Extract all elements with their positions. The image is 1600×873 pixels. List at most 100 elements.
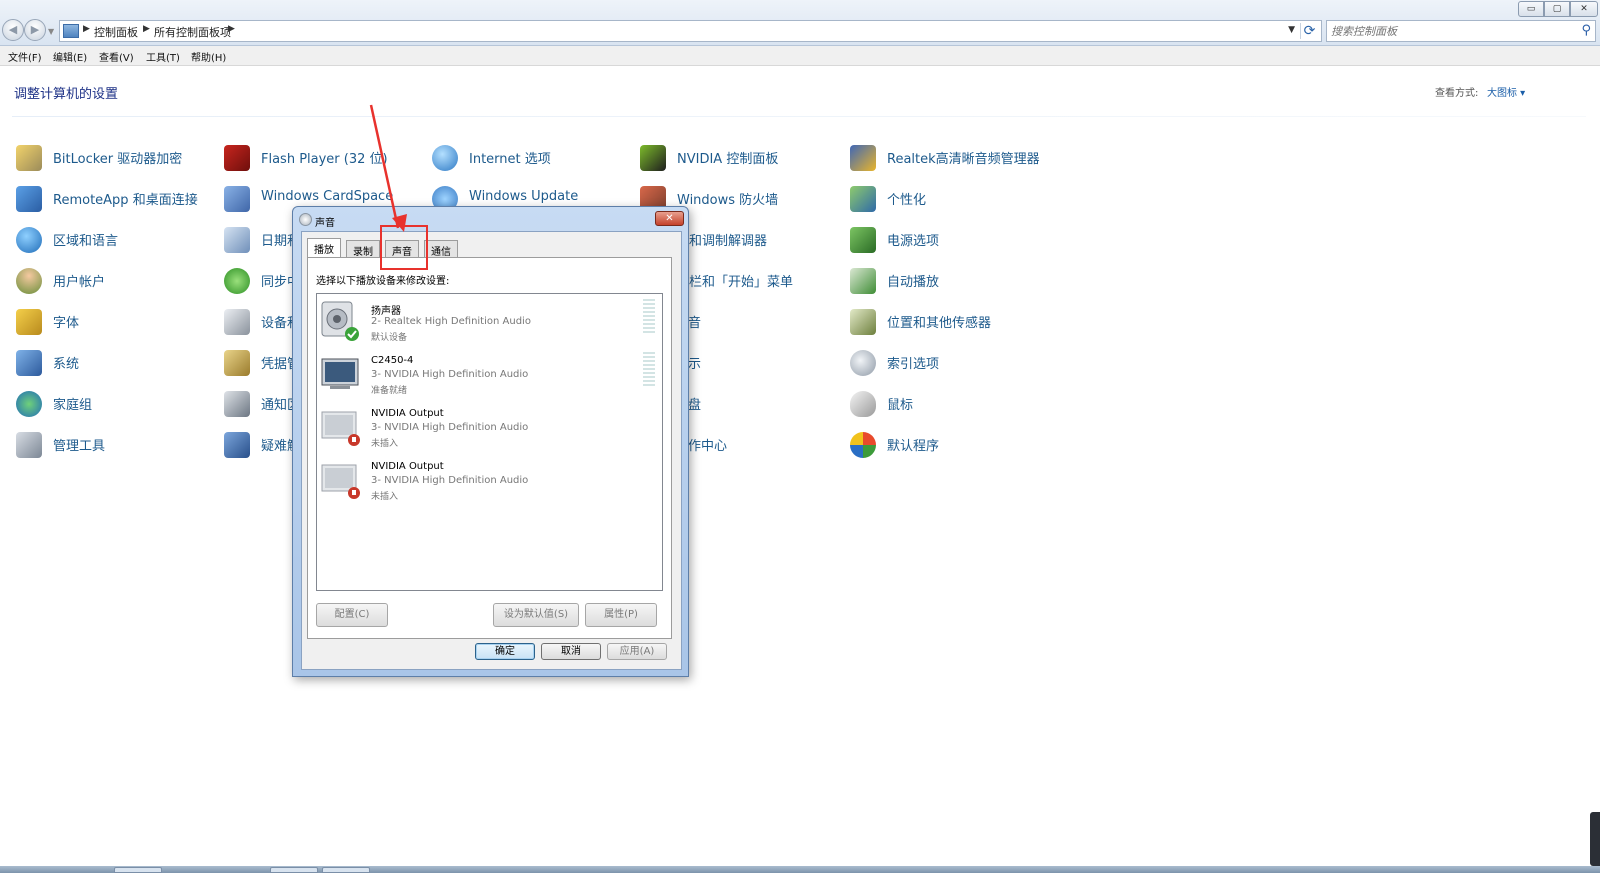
search-input[interactable] [1331, 23, 1571, 39]
breadcrumb-all-items[interactable]: 所有控制面板项 [154, 24, 231, 40]
refresh-icon[interactable]: ⟳ [1300, 23, 1318, 39]
cp-item-label[interactable]: Realtek高清晰音频管理器 [887, 148, 1040, 167]
cp-item-label[interactable]: 电源选项 [887, 230, 939, 249]
tab-sounds[interactable]: 声音 [385, 240, 419, 258]
forward-arrow-icon: ▶ [30, 23, 40, 36]
breadcrumb-chevron-icon[interactable]: ▶ [83, 24, 90, 34]
cp-item-label[interactable]: 用户帐户 [53, 271, 105, 290]
autoplay-icon [850, 268, 876, 294]
taskbar-button[interactable] [322, 867, 370, 873]
cp-item-label[interactable]: Flash Player (32 位) [261, 148, 388, 167]
breadcrumb-control-panel[interactable]: 控制面板 [94, 24, 138, 40]
menu-tools[interactable]: 工具(T) [146, 49, 180, 64]
notification-area-icon [224, 391, 250, 417]
device-row[interactable]: C2450-4 3- NVIDIA High Definition Audio … [317, 347, 662, 400]
cp-item-label[interactable]: 区域和语言 [53, 230, 118, 249]
dialog-body: 播放 录制 声音 通信 选择以下播放设备来修改设置: 扬声器 2- Realte… [301, 231, 682, 670]
device-row[interactable]: NVIDIA Output 3- NVIDIA High Definition … [317, 400, 662, 453]
device-description: 3- NVIDIA High Definition Audio [371, 422, 529, 433]
back-button[interactable]: ◀ [2, 19, 24, 41]
remoteapp-icon [16, 186, 42, 212]
cp-item-label[interactable]: 音 [688, 312, 701, 331]
forward-button[interactable]: ▶ [24, 19, 46, 41]
sync-icon [224, 268, 250, 294]
dialog-title: 声音 [315, 218, 335, 229]
properties-button[interactable]: 属性(P) [585, 603, 657, 627]
monitor-icon [320, 353, 359, 393]
tab-playback[interactable]: 播放 [307, 238, 341, 258]
cp-item-label[interactable]: 个性化 [887, 189, 926, 208]
tab-recording[interactable]: 录制 [346, 240, 380, 258]
device-row[interactable]: 扬声器 2- Realtek High Definition Audio 默认设… [317, 294, 662, 347]
cp-item-label[interactable]: 自动播放 [887, 271, 939, 290]
view-by-label: 查看方式: [1435, 88, 1479, 99]
cancel-button[interactable]: 取消 [541, 643, 601, 660]
configure-button[interactable]: 配置(C) [316, 603, 388, 627]
volume-level-meter [643, 352, 655, 386]
search-icon[interactable]: ⚲ [1581, 23, 1591, 38]
nvidia-icon [640, 145, 666, 171]
taskbar-button[interactable] [270, 867, 318, 873]
cp-item-label[interactable]: 话和调制解调器 [676, 230, 767, 249]
cp-item-label[interactable]: 管理工具 [53, 435, 105, 454]
cp-item-label[interactable]: Windows Update [469, 189, 578, 204]
cardspace-icon [224, 186, 250, 212]
admin-tools-icon [16, 432, 42, 458]
users-icon [16, 268, 42, 294]
menu-file[interactable]: 文件(F) [8, 49, 42, 64]
cp-item-label[interactable]: 鼠标 [887, 394, 913, 413]
menu-help[interactable]: 帮助(H) [191, 49, 226, 64]
cp-item-label[interactable]: 位置和其他传感器 [887, 312, 991, 331]
set-default-button[interactable]: 设为默认值(S) [493, 603, 579, 627]
cp-item-label[interactable]: 默认程序 [887, 435, 939, 454]
printer-icon [224, 309, 250, 335]
flash-player-icon [224, 145, 250, 171]
cp-item-label[interactable]: 索引选项 [887, 353, 939, 372]
breadcrumb-chevron-icon[interactable]: ▶ [228, 24, 235, 34]
close-window-button[interactable]: ✕ [1570, 1, 1598, 17]
view-by-dropdown[interactable]: 大图标 ▾ [1487, 84, 1525, 99]
taskbar-button[interactable] [114, 867, 162, 873]
playback-device-list[interactable]: 扬声器 2- Realtek High Definition Audio 默认设… [316, 293, 663, 591]
menu-view[interactable]: 查看(V) [99, 49, 134, 64]
taskbar [0, 866, 1600, 873]
cp-item-label[interactable]: Internet 选项 [469, 148, 551, 167]
maximize-button[interactable]: ▢ [1544, 1, 1570, 17]
credential-vault-icon [224, 350, 250, 376]
cp-item-label[interactable]: 示 [688, 353, 701, 372]
back-arrow-icon: ◀ [8, 23, 18, 36]
apply-button[interactable]: 应用(A) [607, 643, 667, 660]
tab-communications[interactable]: 通信 [424, 240, 458, 258]
header-divider [12, 116, 1586, 117]
breadcrumb-chevron-icon[interactable]: ▶ [143, 24, 150, 34]
cp-item-label[interactable]: 盘 [688, 394, 701, 413]
device-name: NVIDIA Output [371, 461, 444, 472]
recent-pages-dropdown-icon[interactable]: ▼ [48, 27, 56, 36]
menu-edit[interactable]: 编辑(E) [53, 49, 87, 64]
magnifier-icon [850, 350, 876, 376]
side-scroll-handle[interactable] [1590, 812, 1600, 866]
address-bar[interactable]: ▶ 控制面板 ▶ 所有控制面板项 ▶ ▼ ⟳ [59, 20, 1322, 42]
ok-button[interactable]: 确定 [475, 643, 535, 660]
cp-item-label[interactable]: 务栏和「开始」菜单 [676, 271, 793, 290]
search-box[interactable]: ⚲ [1326, 20, 1596, 42]
device-status: 准备就绪 [371, 386, 408, 396]
power-options-icon [850, 227, 876, 253]
cp-item-label[interactable]: Windows CardSpace [261, 189, 393, 204]
dialog-close-button[interactable]: ✕ [655, 211, 684, 226]
cp-item-label[interactable]: 作中心 [688, 435, 727, 454]
cp-item-label[interactable]: NVIDIA 控制面板 [677, 148, 778, 167]
bitlocker-icon [16, 145, 42, 171]
device-row[interactable]: NVIDIA Output 3- NVIDIA High Definition … [317, 453, 662, 506]
cp-item-label[interactable]: Windows 防火墙 [677, 189, 778, 208]
cp-item-label[interactable]: RemoteApp 和桌面连接 [53, 189, 198, 208]
cp-item-label[interactable]: 字体 [53, 312, 79, 331]
cp-item-label[interactable]: 家庭组 [53, 394, 92, 413]
minimize-button[interactable]: ▭ [1518, 1, 1544, 17]
address-dropdown-icon[interactable]: ▼ [1288, 25, 1295, 35]
homegroup-icon [16, 391, 42, 417]
cp-item-label[interactable]: BitLocker 驱动器加密 [53, 148, 182, 167]
cp-item-label[interactable]: 系统 [53, 353, 79, 372]
speaker-icon [299, 213, 312, 226]
menu-bar: 文件(F) 编辑(E) 查看(V) 工具(T) 帮助(H) [0, 46, 1600, 66]
